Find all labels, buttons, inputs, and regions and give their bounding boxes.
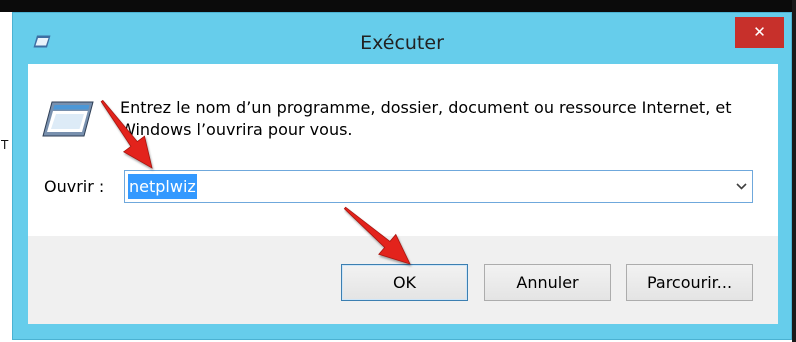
background-edge-text: T — [1, 138, 9, 152]
description-line: Entrez le nom d’un programme, dossier, d… — [120, 98, 732, 117]
screen: T Exécuter ✕ Entrez le nom d’un programm… — [0, 0, 796, 342]
open-input[interactable]: netplwiz — [124, 170, 753, 203]
close-icon[interactable]: ✕ — [753, 25, 766, 40]
ok-button[interactable]: OK — [341, 264, 468, 301]
title-bar[interactable]: Exécuter ✕ — [13, 13, 791, 64]
open-label: Ouvrir : — [44, 177, 105, 196]
desktop-background-edge — [792, 0, 796, 342]
client-area: Entrez le nom d’un programme, dossier, d… — [28, 64, 778, 324]
window-title: Exécuter — [360, 32, 444, 54]
open-input-value: netplwiz — [128, 174, 197, 199]
run-dialog-window: Exécuter ✕ Entrez le nom d’un programme,… — [12, 12, 792, 340]
desktop-background-strip — [0, 0, 796, 12]
close-button[interactable]: ✕ — [735, 17, 784, 48]
description-text: Entrez le nom d’un programme, dossier, d… — [120, 97, 732, 141]
chevron-down-icon[interactable] — [736, 183, 747, 190]
browse-button[interactable]: Parcourir... — [626, 264, 753, 301]
description-line: Windows l’ouvrira pour vous. — [120, 120, 353, 139]
content-panel — [28, 64, 778, 236]
cancel-button[interactable]: Annuler — [484, 264, 611, 301]
run-icon — [42, 101, 94, 137]
